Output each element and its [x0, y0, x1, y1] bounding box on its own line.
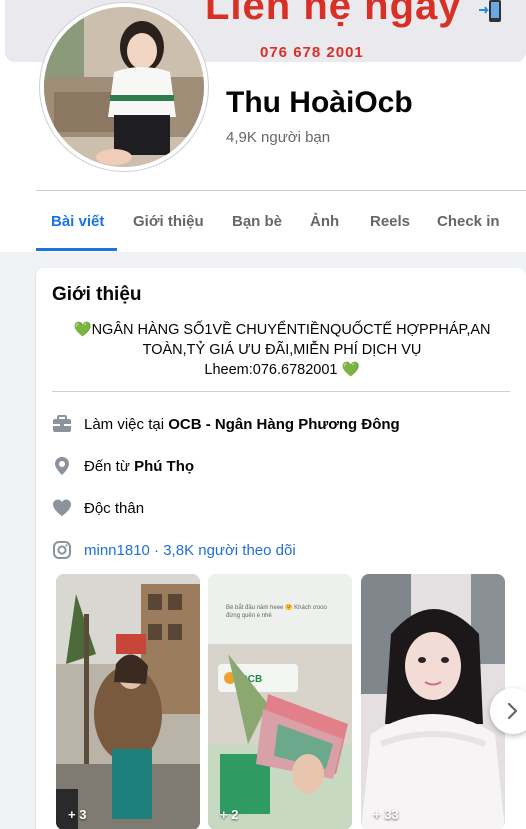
- tab-friends[interactable]: Bạn bè: [232, 213, 282, 230]
- avatar-photo: [44, 7, 204, 167]
- intro-card: Giới thiệu 💚NGÂN HÀNG SỐ1VỀ CHUYỂNTIỀNQU…: [36, 268, 526, 829]
- friends-count[interactable]: 4,9K người bạn: [226, 129, 330, 146]
- relationship-row: Độc thân: [52, 496, 512, 520]
- work-text: Làm việc tại OCB - Ngân Hàng Phương Đông: [84, 416, 400, 433]
- tab-photos[interactable]: Ảnh: [310, 213, 339, 230]
- phone-icon: [479, 0, 501, 22]
- bio-line-1: NGÂN HÀNG SỐ1VỀ CHUYỂNTIỀNQUỐCTẾ HỢPPHÁP…: [91, 322, 491, 338]
- photo-count-2: + 2: [220, 807, 239, 822]
- photo-portrait: [361, 574, 505, 829]
- bio-text: 💚NGÂN HÀNG SỐ1VỀ CHUYỂNTIỀNQUỐCTẾ HỢPPHÁ…: [60, 320, 504, 380]
- photo-tile-3[interactable]: + 33: [361, 574, 505, 829]
- green-heart-emoji: 💚: [73, 322, 92, 338]
- tab-posts[interactable]: Bài viết: [51, 213, 104, 230]
- photo-tile-1[interactable]: + 3: [56, 574, 200, 829]
- profile-header: Liên hệ ngay 076 678 2001 Thu HoàiOcb 4,…: [0, 0, 526, 252]
- tab-check-in[interactable]: Check in: [437, 213, 500, 230]
- photo-street: [56, 574, 200, 829]
- intro-title: Giới thiệu: [52, 284, 142, 305]
- intro-divider: [52, 391, 510, 392]
- briefcase-icon: [53, 415, 71, 432]
- photo-caption-2: Bé bắt đầu nàm heee 🤗 Khách ơooo đừng qu…: [226, 605, 327, 619]
- chevron-right-icon: [507, 702, 518, 720]
- hometown-prefix: Đến từ: [84, 457, 135, 475]
- instagram-link[interactable]: minn1810 · 3,8K người theo dõi: [84, 542, 296, 559]
- location-pin-icon: [55, 457, 69, 475]
- active-tab-indicator: [36, 248, 117, 251]
- tab-about[interactable]: Giới thiệu: [133, 213, 204, 230]
- cover-banner-text: Liên hệ ngay: [205, 0, 462, 28]
- bio-line-2: TOÀN,TỶ GIÁ ƯU ĐÃI,MIỄN PHÍ DỊCH VỤ: [142, 342, 422, 358]
- instagram-icon: [53, 541, 71, 559]
- photo-tile-2[interactable]: OCB Bé bắt đầu nàm heee 🤗 Khách ơooo đừn…: [208, 574, 352, 829]
- profile-name: Thu HoàiOcb: [226, 86, 413, 119]
- photo-count-1: + 3: [68, 807, 87, 822]
- heart-icon: [53, 499, 71, 516]
- bio-line-3: Lheem:076.6782001: [204, 362, 338, 378]
- hometown-link[interactable]: Phú Thọ: [134, 458, 194, 475]
- work-org-link[interactable]: OCB - Ngân Hàng Phương Đông: [168, 416, 400, 433]
- hometown-row: Đến từ Phú Thọ: [52, 454, 512, 478]
- work-row: Làm việc tại OCB - Ngân Hàng Phương Đông: [52, 412, 512, 436]
- cover-phone-text: 076 678 2001: [260, 44, 364, 61]
- instagram-row: minn1810 · 3,8K người theo dõi: [52, 538, 512, 562]
- work-prefix: Làm việc tại: [84, 415, 169, 433]
- profile-tabs: Bài viết Giới thiệu Bạn bè Ảnh Reels Che…: [36, 191, 526, 252]
- relationship-text: Độc thân: [84, 499, 145, 517]
- profile-avatar[interactable]: [40, 3, 208, 171]
- green-heart-emoji-end: 💚: [341, 362, 360, 378]
- tab-reels[interactable]: Reels: [370, 213, 410, 230]
- photo-count-3: + 33: [373, 807, 399, 822]
- hometown-text: Đến từ Phú Thọ: [84, 458, 194, 475]
